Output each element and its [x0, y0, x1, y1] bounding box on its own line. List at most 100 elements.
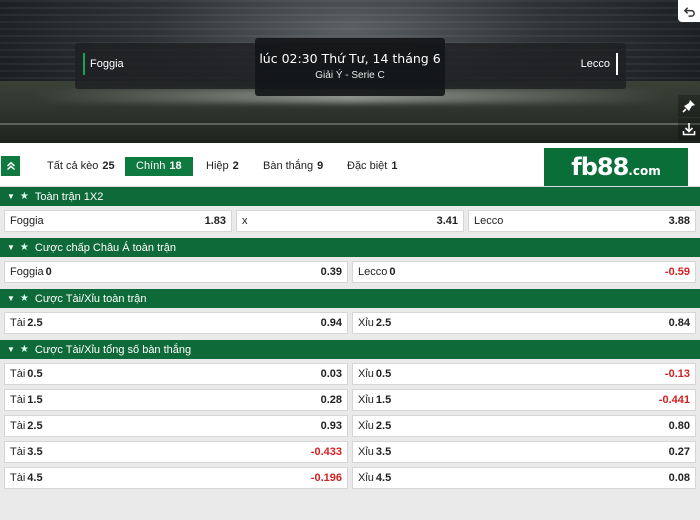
odds-cell[interactable]: Xỉu 4.5 0.08 — [352, 467, 696, 489]
selection-name: Tài — [10, 368, 26, 380]
selection-name: Lecco — [358, 266, 388, 278]
match-time: lúc 02:30 Thứ Tư, 14 tháng 6 — [259, 51, 441, 66]
caret-down-icon: ▼ — [7, 345, 15, 354]
handicap-line: 0.5 — [27, 368, 43, 380]
section-title: Cược Tài/Xỉu toàn trận — [34, 292, 147, 305]
selection-name: Tài — [10, 472, 26, 484]
handicap-line: 4.5 — [27, 472, 43, 484]
selection-label: Xỉu 0.5 — [358, 368, 391, 380]
tab-label: Bàn thắng — [263, 160, 314, 172]
odds-cell[interactable]: Xỉu 2.5 0.84 — [352, 312, 696, 334]
odds-cell[interactable]: Tài 1.5 0.28 — [4, 389, 348, 411]
odds-cell[interactable]: Lecco 0 -0.59 — [352, 261, 696, 283]
field-line — [0, 123, 700, 125]
star-icon[interactable]: ★ — [20, 344, 29, 355]
section-header[interactable]: ▼ ★ Cược Tài/Xỉu toàn trận — [0, 289, 700, 308]
odds-value: -0.59 — [664, 266, 690, 278]
odds-cell[interactable]: Tài 0.5 0.03 — [4, 363, 348, 385]
selection-name: Tài — [10, 420, 26, 432]
selection-label: Tài 2.5 — [10, 420, 43, 432]
selection-label: x — [242, 215, 248, 227]
selection-name: Xỉu — [358, 446, 374, 458]
selection-name: Foggia — [10, 266, 44, 278]
selection-name: Tài — [10, 446, 26, 458]
tab-label: Hiệp — [206, 160, 229, 172]
section-header[interactable]: ▼ ★ Cược Tài/Xỉu tổng số bàn thắng — [0, 340, 700, 359]
selection-name: Tài — [10, 394, 26, 406]
section-body: Foggia 1.83 x 3.41 Lecco 3.88 — [0, 206, 700, 238]
odds-value: 0.93 — [320, 420, 342, 432]
odds-cell[interactable]: Foggia 0 0.39 — [4, 261, 348, 283]
handicap-line: 2.5 — [375, 317, 392, 329]
odds-value: 0.94 — [320, 317, 342, 329]
odds-cell[interactable]: Tài 2.5 0.93 — [4, 415, 348, 437]
odds-value: 0.39 — [320, 266, 342, 278]
odds-cell[interactable]: Xỉu 2.5 0.80 — [352, 415, 696, 437]
away-team: Lecco — [580, 53, 619, 75]
star-icon[interactable]: ★ — [20, 242, 29, 253]
handicap-line: 0 — [45, 266, 52, 278]
selection-label: Xỉu 3.5 — [358, 446, 391, 458]
tab-special[interactable]: Đặc biệt 1 — [336, 157, 408, 176]
odds-cell[interactable]: x 3.41 — [236, 210, 464, 232]
download-icon[interactable] — [678, 118, 700, 140]
selection-name: Xỉu — [358, 317, 374, 329]
tab-all-markets[interactable]: Tất cả kèo 25 — [36, 157, 126, 176]
brand-logo[interactable]: fb88 .com — [544, 148, 688, 186]
handicap-line: 3.5 — [375, 446, 392, 458]
chevron-double-up-icon[interactable] — [1, 156, 20, 176]
selection-name: x — [242, 215, 248, 227]
section-body: Tài 0.5 0.03 Xỉu 0.5 -0.13 Tài 1.5 0.28 Xỉu 1.5 -0.… — [0, 359, 700, 489]
tab-count: 2 — [232, 160, 239, 172]
match-hero: lúc 02:30 Thứ Tư, 14 tháng 6 Giải Ý - Se… — [0, 0, 700, 143]
handicap-line: 4.5 — [375, 472, 392, 484]
section-body: Foggia 0 0.39 Lecco 0 -0.59 — [0, 257, 700, 289]
odds-value: 1.83 — [204, 215, 226, 227]
tab-main-markets[interactable]: Chính 18 — [125, 157, 193, 176]
odds-cell[interactable]: Xỉu 0.5 -0.13 — [352, 363, 696, 385]
selection-name: Xỉu — [358, 368, 374, 380]
tab-label: Đặc biệt — [347, 160, 388, 172]
home-team: Foggia — [83, 53, 124, 75]
selection-name: Xỉu — [358, 472, 374, 484]
selection-label: Foggia 0 — [10, 266, 52, 278]
match-league: Giải Ý - Serie C — [315, 70, 385, 81]
logo-suffix: .com — [628, 163, 661, 178]
undo-icon[interactable] — [678, 0, 700, 22]
section-body: Tài 2.5 0.94 Xỉu 2.5 0.84 — [0, 308, 700, 340]
caret-down-icon: ▼ — [7, 243, 15, 252]
selection-name: Xỉu — [358, 394, 374, 406]
caret-down-icon: ▼ — [7, 294, 15, 303]
tab-goals[interactable]: Bàn thắng 9 — [252, 157, 334, 176]
odds-cell[interactable]: Foggia 1.83 — [4, 210, 232, 232]
handicap-line: 0.5 — [375, 368, 392, 380]
odds-cell[interactable]: Tài 3.5 -0.433 — [4, 441, 348, 463]
odds-value: -0.433 — [310, 446, 342, 458]
odds-cell[interactable]: Xỉu 1.5 -0.441 — [352, 389, 696, 411]
handicap-line: 2.5 — [375, 420, 392, 432]
odds-value: -0.13 — [664, 368, 690, 380]
odds-value: 3.88 — [668, 215, 690, 227]
odds-row: Foggia 0 0.39 Lecco 0 -0.59 — [0, 261, 700, 283]
odds-cell[interactable]: Lecco 3.88 — [468, 210, 696, 232]
odds-cell[interactable]: Xỉu 3.5 0.27 — [352, 441, 696, 463]
star-icon[interactable]: ★ — [20, 191, 29, 202]
tab-half[interactable]: Hiệp 2 — [195, 157, 250, 176]
odds-row: Foggia 1.83 x 3.41 Lecco 3.88 — [0, 210, 700, 232]
star-icon[interactable]: ★ — [20, 293, 29, 304]
selection-name: Lecco — [474, 215, 504, 227]
section-header[interactable]: ▼ ★ Toàn trận 1X2 — [0, 187, 700, 206]
odds-value: 0.80 — [668, 420, 690, 432]
odds-row: Tài 3.5 -0.433 Xỉu 3.5 0.27 — [0, 441, 700, 463]
odds-value: 0.27 — [668, 446, 690, 458]
pin-icon[interactable] — [678, 95, 700, 117]
odds-cell[interactable]: Tài 2.5 0.94 — [4, 312, 348, 334]
selection-name: Xỉu — [358, 420, 374, 432]
section-header[interactable]: ▼ ★ Cược chấp Châu Á toàn trận — [0, 238, 700, 257]
selection-label: Lecco 0 — [358, 266, 395, 278]
handicap-line: 2.5 — [27, 317, 43, 329]
market-toolbar: Tất cả kèo 25 Chính 18 Hiệp 2 Bàn thắng 9 Đặ… — [0, 143, 700, 187]
selection-label: Foggia — [10, 215, 44, 227]
odds-row: Tài 0.5 0.03 Xỉu 0.5 -0.13 — [0, 363, 700, 385]
odds-cell[interactable]: Tài 4.5 -0.196 — [4, 467, 348, 489]
